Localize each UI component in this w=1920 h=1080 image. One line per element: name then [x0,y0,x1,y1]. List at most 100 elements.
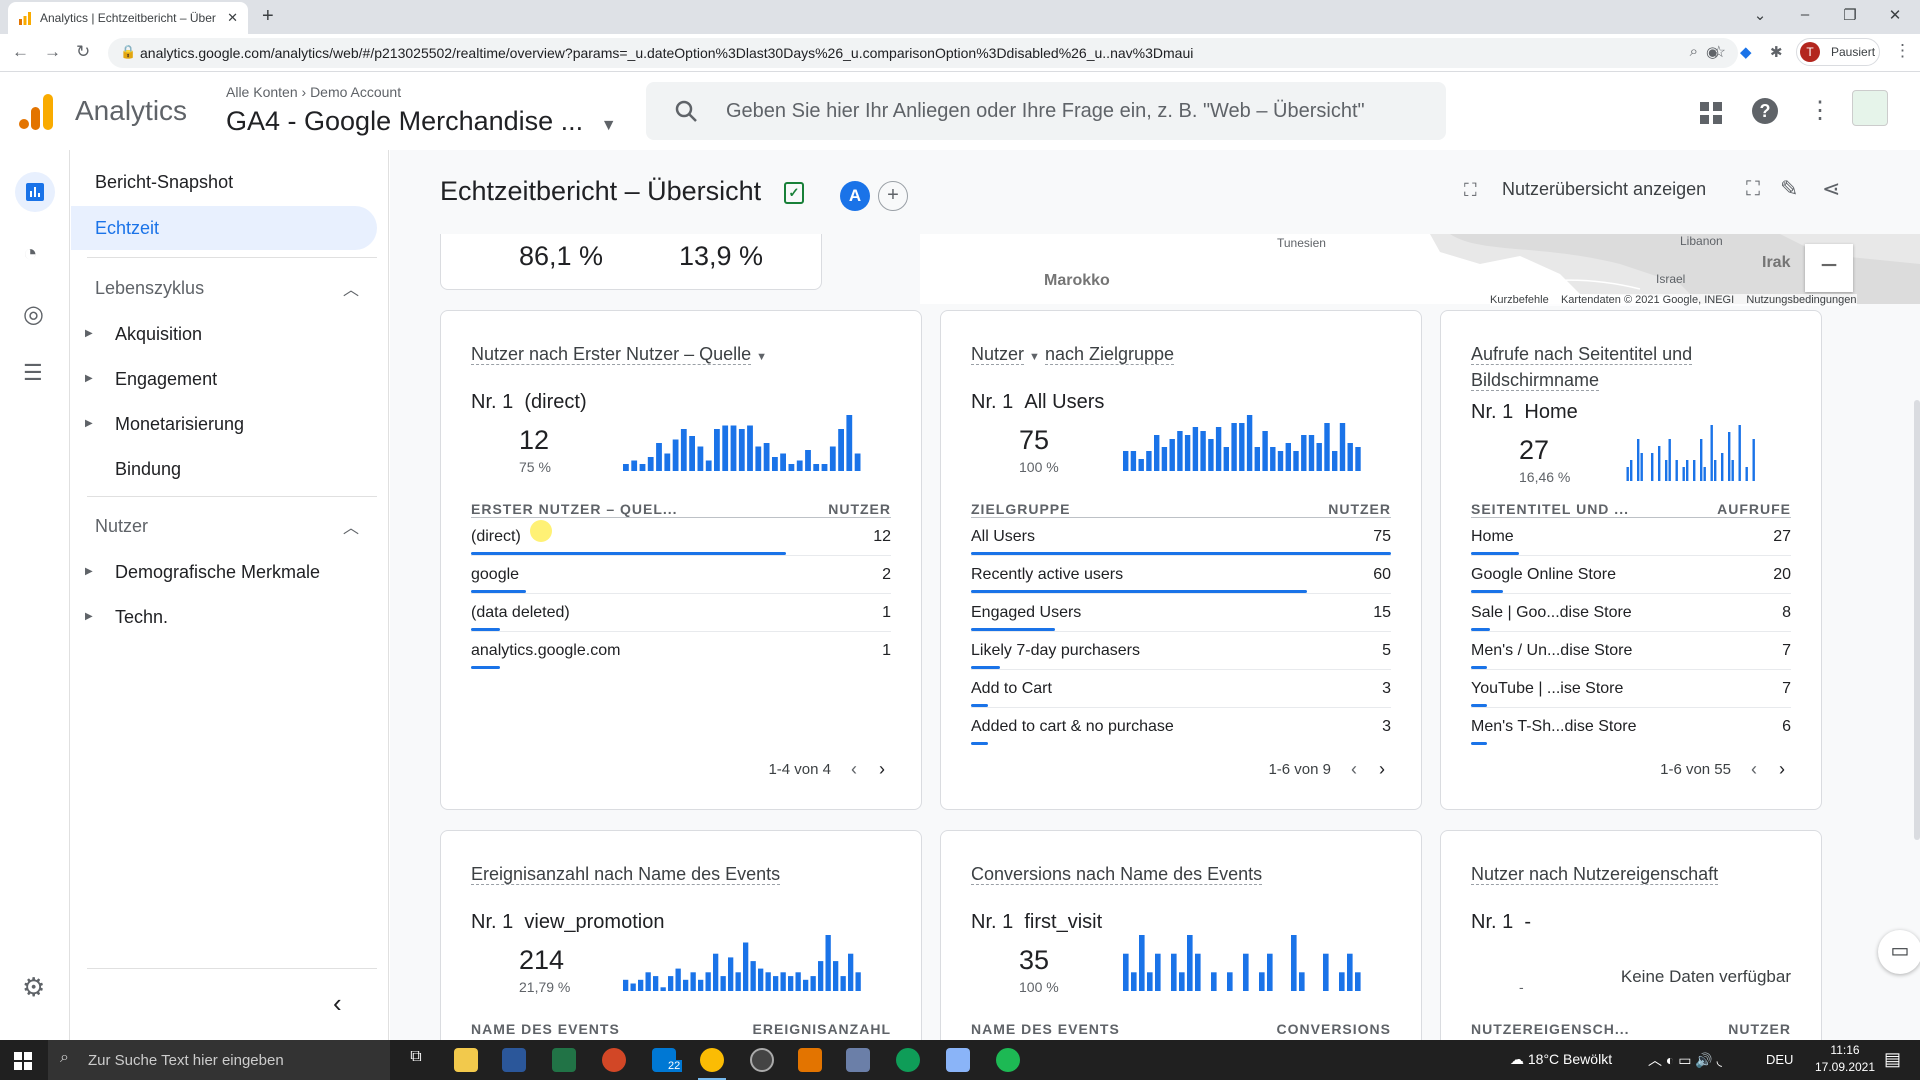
table-row[interactable]: analytics.google.com 1 [471,631,891,669]
advertising-icon[interactable]: ◎ [23,300,44,329]
card-title[interactable]: Nutzer nach Erster Nutzer – Quelle ▼ [471,341,767,370]
nav-engagement[interactable]: Engagement [115,369,217,390]
dropdown-arrow-icon[interactable]: ▼ [756,351,767,363]
add-comparison-icon[interactable]: + [878,181,908,211]
clock[interactable]: 11:16 17.09.2021 [1810,1043,1880,1074]
edge-icon[interactable] [896,1048,920,1072]
configure-list-icon[interactable]: ☰ [23,360,43,386]
task-view-icon[interactable]: ⧉ [404,1048,428,1072]
apps-grid-icon[interactable] [1700,102,1722,124]
card-title-dimension[interactable]: Aufrufe nach Seitentitel und Bildschirmn… [1471,344,1693,391]
system-tray-icons[interactable]: ︿ ◐ ▭ 🔊 ◟ [1648,1050,1722,1070]
tab-search-icon[interactable]: ⌄ [1750,6,1770,24]
card-title[interactable]: Aufrufe nach Seitentitel und Bildschirmn… [1471,341,1793,393]
puzzle-icon[interactable]: ✱ [1770,43,1783,61]
search-input[interactable]: Geben Sie hier Ihr Anliegen oder Ihre Fr… [646,82,1446,140]
browser-tab[interactable]: Analytics | Echtzeitbericht – Über ✕ [8,2,248,34]
map-shortcuts-link[interactable]: Kurzbefehle [1490,294,1549,306]
window-close-icon[interactable]: ✕ [1885,6,1905,24]
settings-gear-icon[interactable]: ⚙ [22,972,45,1003]
nav-acquisition[interactable]: Akquisition [115,324,202,345]
app-icon-light[interactable] [946,1048,970,1072]
prev-page-icon[interactable]: ‹ [1351,759,1357,780]
table-row[interactable]: Likely 7-day purchasers 5 [971,631,1391,669]
file-explorer-icon[interactable] [454,1048,478,1072]
app-icon-circle[interactable] [750,1048,774,1072]
feedback-icon[interactable]: ▭ [1878,930,1920,974]
minimize-icon[interactable]: – [1795,6,1815,23]
nav-realtime-selected[interactable]: Echtzeit [71,206,377,250]
card-title-metric[interactable]: nach Zielgruppe [1044,344,1175,365]
notifications-icon[interactable]: ▤ [1884,1049,1901,1070]
collapse-nav-icon[interactable]: ‹ [333,988,342,1019]
zoom-icon[interactable]: ⌕ [1690,43,1698,60]
nav-section-user[interactable]: Nutzer [95,516,148,537]
taskbar-search[interactable]: ⌕ Zur Suche Text hier eingeben [48,1040,390,1080]
property-selector[interactable]: GA4 - Google Merchandise ... ▼ [226,106,617,137]
tab-close-icon[interactable]: ✕ [227,10,238,26]
prev-page-icon[interactable]: ‹ [851,759,857,780]
card-title[interactable]: Nutzer ▼ nach Zielgruppe [971,341,1175,370]
reports-rail-button[interactable] [15,172,55,212]
nav-section-lifecycle[interactable]: Lebenszyklus [95,278,204,299]
user-overview-button[interactable]: Nutzerübersicht anzeigen [1502,179,1706,200]
table-row[interactable]: Home 27 [1471,517,1791,555]
extension-icon[interactable]: ◉ [1706,43,1719,61]
table-row[interactable]: All Users 75 [971,517,1391,555]
map-terms-link[interactable]: Nutzungsbedingungen [1746,294,1856,306]
customize-report-icon[interactable]: ✎ [1780,176,1798,202]
nav-tech[interactable]: Techn. [115,607,168,628]
excel-icon[interactable] [552,1048,576,1072]
maximize-icon[interactable]: ❐ [1840,6,1860,24]
browser-menu-icon[interactable]: ⋮ [1894,41,1911,61]
fullscreen-icon[interactable]: ⛶ [1746,178,1760,201]
table-row[interactable]: Men's T-Sh...dise Store 6 [1471,707,1791,745]
share-icon[interactable]: ⋖ [1822,176,1840,202]
explore-icon[interactable]: ◔ [23,240,38,268]
table-row[interactable]: Sale | Goo...dise Store 8 [1471,593,1791,631]
breadcrumb-account[interactable]: Demo Account [310,84,401,100]
app-icon-orange[interactable] [798,1048,822,1072]
breadcrumb-root[interactable]: Alle Konten [226,84,298,100]
table-row[interactable]: Added to cart & no purchase 3 [971,707,1391,745]
word-icon[interactable] [502,1048,526,1072]
address-bar[interactable]: 🔒 analytics.google.com/analytics/web/#/p… [108,38,1738,68]
table-row[interactable]: Men's / Un...dise Store 7 [1471,631,1791,669]
chrome-icon[interactable] [700,1048,724,1072]
nav-retention[interactable]: Bindung [115,459,181,480]
card-title[interactable]: Ereignisanzahl nach Name des Events [471,861,781,887]
card-title-dimension[interactable]: Conversions nach Name des Events [971,864,1263,885]
next-page-icon[interactable]: › [879,759,885,780]
card-title-dimension[interactable]: Nutzer [971,344,1025,365]
forward-icon[interactable]: → [44,42,61,62]
map-zoom-out-button[interactable]: − [1805,244,1853,292]
table-row[interactable]: YouTube | ...ise Store 7 [1471,669,1791,707]
windows-start-icon[interactable] [14,1052,32,1070]
card-title-dimension[interactable]: Ereignisanzahl nach Name des Events [471,864,781,885]
extension-icon-2[interactable]: ◆ [1740,43,1752,61]
next-page-icon[interactable]: › [1379,759,1385,780]
scrollbar[interactable] [1914,400,1920,840]
table-row[interactable]: (data deleted) 1 [471,593,891,631]
card-title-dimension[interactable]: Nutzer nach Nutzereigenschaft [1471,864,1719,885]
comparison-avatar[interactable]: A [840,181,870,211]
back-icon[interactable]: ← [12,42,29,62]
chevron-up-icon[interactable]: ︿ [343,514,359,538]
account-avatar[interactable] [1852,90,1888,126]
reload-icon[interactable]: ↻ [76,42,90,62]
next-page-icon[interactable]: › [1779,759,1785,780]
language-indicator[interactable]: DEU [1766,1052,1793,1067]
weather-widget[interactable]: ☁ 18°C Bewölkt [1510,1051,1612,1068]
spotify-icon[interactable] [996,1048,1020,1072]
card-title-dimension[interactable]: Nutzer nach Erster Nutzer – Quelle [471,344,752,365]
chevron-up-icon[interactable]: ︿ [343,276,359,300]
help-icon[interactable]: ? [1752,98,1778,124]
table-row[interactable]: Recently active users 60 [971,555,1391,593]
table-row[interactable]: Engaged Users 15 [971,593,1391,631]
app-icon-blue[interactable] [846,1048,870,1072]
prev-page-icon[interactable]: ‹ [1751,759,1757,780]
more-vert-icon[interactable]: ⋮ [1808,96,1832,125]
table-row[interactable]: Google Online Store 20 [1471,555,1791,593]
dropdown-arrow-icon[interactable]: ▼ [1029,351,1040,363]
table-row[interactable]: google 2 [471,555,891,593]
